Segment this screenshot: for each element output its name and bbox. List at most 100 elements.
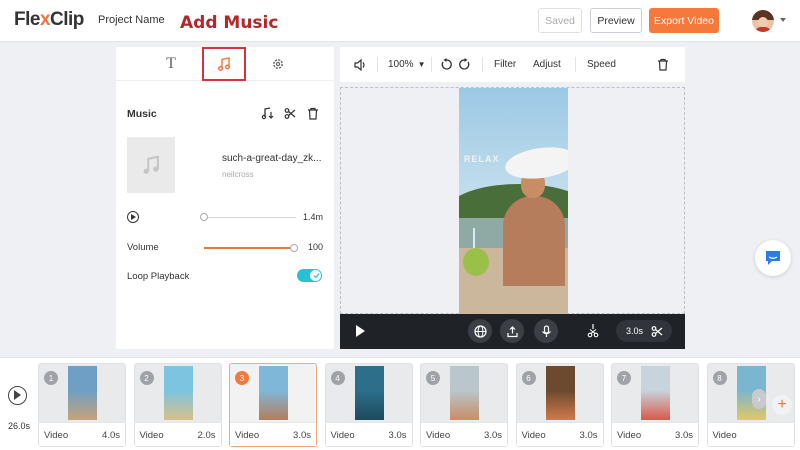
split-icon xyxy=(587,324,599,338)
timeline-clip[interactable]: 5 Video 3.0s xyxy=(420,363,508,447)
clip-number: 2 xyxy=(139,371,154,385)
logo-accent-letter: x xyxy=(39,9,51,30)
export-video-button[interactable]: Export Video xyxy=(649,8,719,33)
video-preview[interactable]: RELAX xyxy=(459,88,568,315)
panel-tabs: T xyxy=(116,47,334,81)
clip-footer: Video 2.0s xyxy=(134,422,221,446)
add-scene-button[interactable]: + xyxy=(772,395,792,415)
add-music-annotation: Add Music xyxy=(180,13,279,33)
preview-button[interactable]: Preview xyxy=(590,8,642,33)
clip-duration: 3.0s xyxy=(675,430,693,441)
clip-footer: Video 3.0s xyxy=(421,422,507,446)
volume-button[interactable] xyxy=(353,47,367,82)
split-clip-button[interactable] xyxy=(586,324,600,344)
clip-duration[interactable]: 3.0s xyxy=(626,326,643,336)
music-thumbnail xyxy=(127,137,175,193)
timeline-clip[interactable]: 4 Video 3.0s xyxy=(324,363,413,447)
timeline-clip[interactable]: 3 Video 3.0s xyxy=(229,363,317,447)
filter-button[interactable]: Filter xyxy=(494,47,516,82)
rotate-left-button[interactable] xyxy=(440,47,453,82)
clip-thumbnail xyxy=(68,366,97,420)
play-all-button[interactable] xyxy=(8,386,27,405)
music-note-icon xyxy=(218,57,230,71)
plus-icon: + xyxy=(777,396,787,413)
clip-number: 5 xyxy=(426,371,440,385)
volume-slider-handle[interactable] xyxy=(290,244,298,252)
clip-type-label: Video xyxy=(521,430,546,441)
timeline: 26.0s 1 Video 4.0s 2 Video 2.0s 3 Video 3.0s 4 Vid… xyxy=(0,357,800,450)
text-icon: T xyxy=(166,55,176,72)
trim-clip-button[interactable] xyxy=(651,325,664,343)
clip-footer: Video 3.0s xyxy=(230,422,316,446)
globe-button[interactable] xyxy=(468,319,492,343)
tab-text[interactable]: T xyxy=(149,47,193,81)
clip-duration: 3.0s xyxy=(484,430,502,441)
clip-thumbnail xyxy=(163,366,193,420)
trim-music-button[interactable] xyxy=(282,105,298,121)
speaker-icon xyxy=(354,58,365,71)
loop-playback-toggle[interactable] xyxy=(297,269,322,282)
music-panel: T Music such-a-great-day_zk... neilcross… xyxy=(116,47,334,349)
music-section-title: Music xyxy=(127,108,157,120)
clip-number: 8 xyxy=(712,371,727,385)
preview-canvas[interactable]: RELAX xyxy=(340,87,685,315)
speed-button[interactable]: Speed xyxy=(587,47,616,82)
clip-duration: 3.0s xyxy=(388,430,407,441)
volume-slider[interactable] xyxy=(204,247,294,249)
top-bar: FlexClip Project Name Add Music Saved Pr… xyxy=(0,0,800,42)
check-icon xyxy=(313,273,320,279)
rotate-right-button[interactable] xyxy=(458,47,471,82)
total-duration: 26.0s xyxy=(8,421,31,431)
track-duration: 1.4m xyxy=(303,212,324,222)
delete-music-button[interactable] xyxy=(305,105,321,121)
timeline-clip[interactable]: 7 Video 3.0s xyxy=(611,363,699,447)
clip-type-label: Video xyxy=(617,430,642,441)
zoom-value: 100% xyxy=(388,59,414,70)
chat-icon xyxy=(766,251,780,265)
trash-icon xyxy=(308,107,318,120)
account-dropdown-icon[interactable] xyxy=(780,18,786,22)
clip-number: 4 xyxy=(330,371,345,385)
timeline-clip[interactable]: 6 Video 3.0s xyxy=(515,363,604,447)
clip-thumbnail xyxy=(641,366,670,420)
avatar[interactable] xyxy=(752,10,774,32)
tab-music[interactable] xyxy=(202,47,246,81)
clip-footer: Video 4.0s xyxy=(39,422,125,446)
music-note-icon xyxy=(143,155,159,174)
timeline-clip[interactable]: 1 Video 4.0s xyxy=(38,363,126,447)
clip-duration: 4.0s xyxy=(102,430,120,441)
rotate-left-icon xyxy=(441,58,452,70)
gear-icon xyxy=(273,59,283,69)
clip-duration: 3.0s xyxy=(579,430,598,441)
progress-slider-handle[interactable] xyxy=(200,213,208,221)
adjust-button[interactable]: Adjust xyxy=(533,47,561,82)
overlay-text[interactable]: RELAX xyxy=(464,154,500,164)
clip-duration: 3.0s xyxy=(293,430,311,441)
upload-icon xyxy=(506,325,518,337)
clip-thumbnail xyxy=(545,366,575,420)
music-progress-slider[interactable] xyxy=(204,217,296,218)
zoom-dropdown[interactable]: 100% ▼ xyxy=(388,47,426,82)
clip-number: 3 xyxy=(235,371,249,385)
delete-clip-button[interactable] xyxy=(657,47,669,82)
player-bar: 3.0s xyxy=(340,314,685,349)
chevron-right-icon[interactable]: › xyxy=(752,389,766,409)
play-music-button[interactable] xyxy=(127,211,139,223)
flexclip-logo[interactable]: FlexClip xyxy=(14,9,84,31)
music-replace-icon xyxy=(261,107,274,120)
saved-button[interactable]: Saved xyxy=(538,8,582,33)
tab-settings[interactable] xyxy=(256,47,300,81)
replace-music-button[interactable] xyxy=(260,105,276,121)
timeline-clip[interactable]: 2 Video 2.0s xyxy=(133,363,222,447)
trash-icon xyxy=(658,58,668,71)
play-preview-button[interactable] xyxy=(356,325,365,337)
volume-value: 100 xyxy=(308,242,324,252)
chat-support-button[interactable] xyxy=(755,240,791,276)
record-voice-button[interactable] xyxy=(534,319,558,343)
project-name[interactable]: Project Name xyxy=(98,14,165,26)
upload-button[interactable] xyxy=(500,319,524,343)
clip-footer: Video 3.0s xyxy=(612,422,698,446)
clip-footer: Video 3.0s xyxy=(325,422,412,446)
track-artist: neilcross xyxy=(222,170,254,179)
clip-thumbnail xyxy=(259,366,288,420)
